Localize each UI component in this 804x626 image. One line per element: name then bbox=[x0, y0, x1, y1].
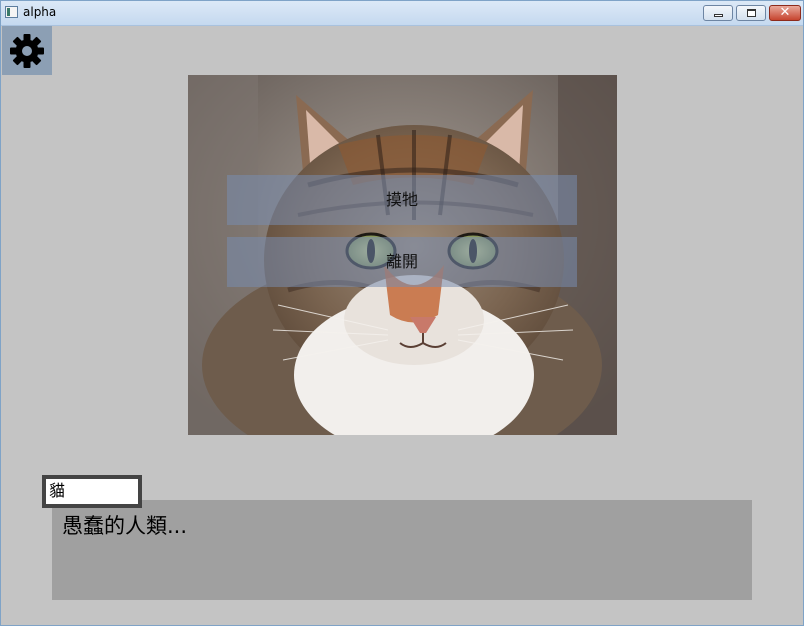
minimize-icon bbox=[714, 14, 723, 17]
speaker-name: 貓 bbox=[42, 475, 142, 508]
gear-icon bbox=[10, 34, 44, 68]
choice-pet-button[interactable]: 摸牠 bbox=[227, 175, 577, 225]
maximize-button[interactable] bbox=[736, 5, 766, 21]
settings-button[interactable] bbox=[2, 26, 52, 75]
app-icon bbox=[5, 6, 18, 18]
window-title: alpha bbox=[23, 5, 57, 19]
maximize-icon bbox=[747, 9, 756, 17]
minimize-button[interactable] bbox=[703, 5, 733, 21]
close-button[interactable]: ✕ bbox=[769, 5, 801, 21]
dialog-text: 愚蠢的人類... bbox=[62, 514, 188, 538]
title-bar[interactable]: alpha ✕ bbox=[1, 1, 803, 26]
dialog-box[interactable]: 愚蠢的人類... bbox=[52, 500, 752, 600]
choice-leave-button[interactable]: 離開 bbox=[227, 237, 577, 287]
close-icon: ✕ bbox=[779, 5, 791, 20]
app-window: alpha ✕ 摸牠 離開 愚蠢的人類... 貓 bbox=[0, 0, 804, 626]
